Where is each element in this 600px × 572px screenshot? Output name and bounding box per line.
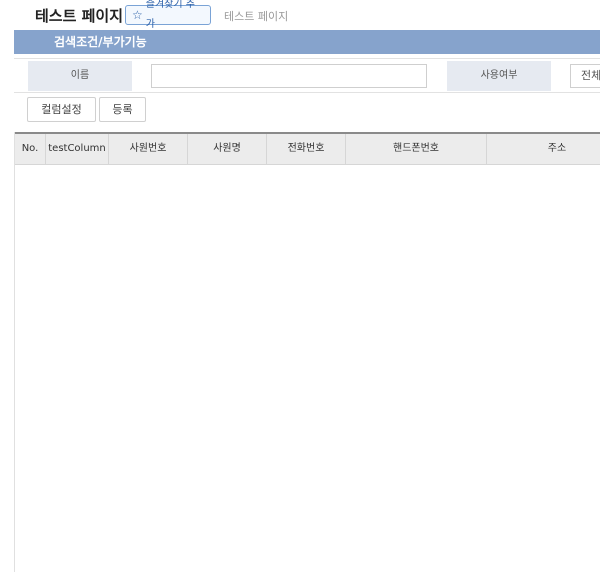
column-header-address[interactable]: 주소 bbox=[487, 134, 600, 164]
use-status-label: 사용여부 bbox=[447, 61, 551, 91]
grid-header: No. testColumn 사원번호 사원명 전화번호 핸드폰번호 주소 bbox=[15, 132, 600, 165]
star-icon: ☆ bbox=[132, 8, 143, 22]
add-favorite-button[interactable]: ☆ 즐겨찾기 추가 bbox=[125, 0, 211, 30]
breadcrumb: 테스트 페이지 bbox=[224, 10, 289, 23]
data-grid: No. testColumn 사원번호 사원명 전화번호 핸드폰번호 주소 bbox=[14, 132, 600, 572]
grid-body bbox=[15, 165, 600, 572]
page: 테스트 페이지 ☆ 즐겨찾기 추가 테스트 페이지 검색조건/부가기능 이름 사… bbox=[0, 0, 600, 572]
page-title: 테스트 페이지 bbox=[35, 7, 124, 25]
name-input[interactable] bbox=[151, 64, 427, 88]
use-status-select[interactable]: 전체 bbox=[570, 64, 600, 88]
search-form-row: 이름 사용여부 전체 bbox=[14, 58, 600, 93]
name-label: 이름 bbox=[28, 61, 132, 91]
column-header-mobile[interactable]: 핸드폰번호 bbox=[346, 134, 487, 164]
column-header-employee-name[interactable]: 사원명 bbox=[188, 134, 267, 164]
column-header-no[interactable]: No. bbox=[15, 134, 46, 164]
search-section-header: 검색조건/부가기능 bbox=[14, 30, 600, 54]
column-header-testcolumn[interactable]: testColumn bbox=[46, 134, 109, 164]
register-button[interactable]: 등록 bbox=[99, 97, 146, 122]
column-header-employee-number[interactable]: 사원번호 bbox=[109, 134, 188, 164]
column-settings-button[interactable]: 컬럼설정 bbox=[27, 97, 96, 122]
title-bar: 테스트 페이지 ☆ 즐겨찾기 추가 테스트 페이지 bbox=[0, 0, 600, 30]
column-header-phone[interactable]: 전화번호 bbox=[267, 134, 346, 164]
